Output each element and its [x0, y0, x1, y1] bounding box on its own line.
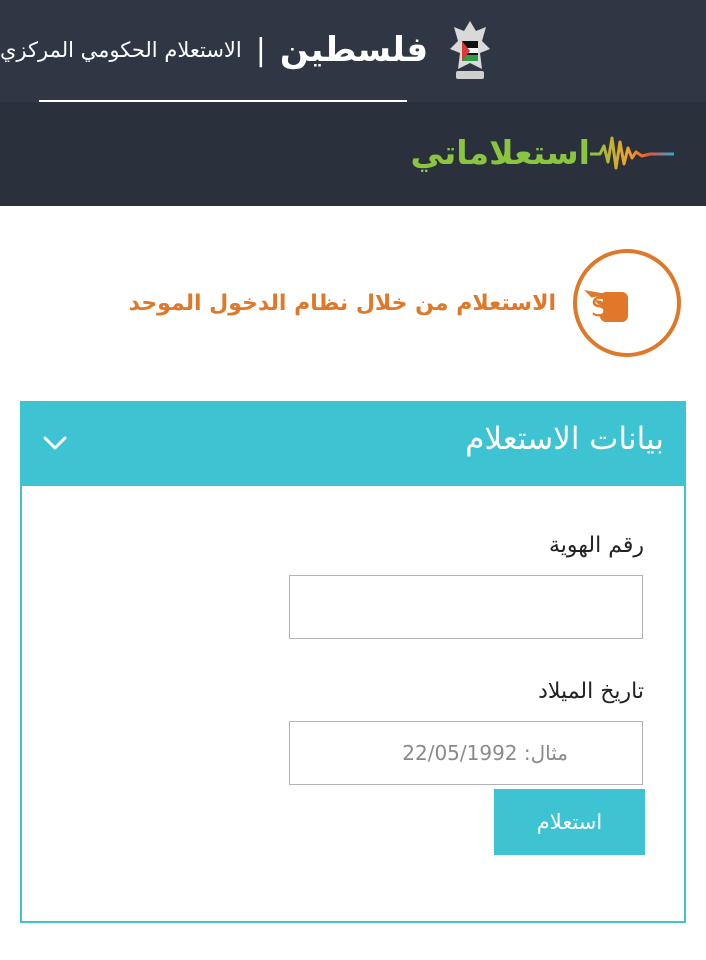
submit-inquiry-button[interactable]: استعلام [494, 789, 645, 855]
id-number-label: رقم الهوية [548, 533, 644, 558]
birth-date-input[interactable] [289, 721, 643, 785]
palestine-emblem-icon [450, 21, 491, 79]
birth-date-label: تاريخ الميلاد [538, 679, 644, 704]
panel-header[interactable]: بيانات الاستعلام [22, 403, 684, 486]
chevron-down-icon[interactable] [42, 433, 68, 453]
inquiry-panel: بيانات الاستعلام رقم الهوية تاريخ الميلا… [20, 401, 686, 923]
svg-text:SO: SO [591, 293, 628, 323]
app-name: استعلاماتي [410, 132, 590, 172]
panel-title: بيانات الاستعلام [465, 421, 664, 457]
signal-wave-icon [590, 136, 674, 170]
header-subtitle: الاستعلام الحكومي المركزي [0, 38, 242, 62]
header-separator: | [255, 32, 266, 68]
sso-login-link[interactable]: S SO الاستعلام من خلال نظام الدخول الموح… [129, 246, 684, 360]
brand-title: فلسطين [279, 30, 429, 70]
app-logo[interactable]: استعلاماتي [406, 132, 674, 172]
id-number-input[interactable] [289, 575, 643, 639]
sso-logo-icon: S SO [573, 249, 681, 357]
sso-text: الاستعلام من خلال نظام الدخول الموحد [128, 290, 556, 316]
header-top-row: فلسطين | الاستعلام الحكومي المركزي [0, 0, 706, 100]
site-header: فلسطين | الاستعلام الحكومي المركزي [0, 0, 706, 206]
